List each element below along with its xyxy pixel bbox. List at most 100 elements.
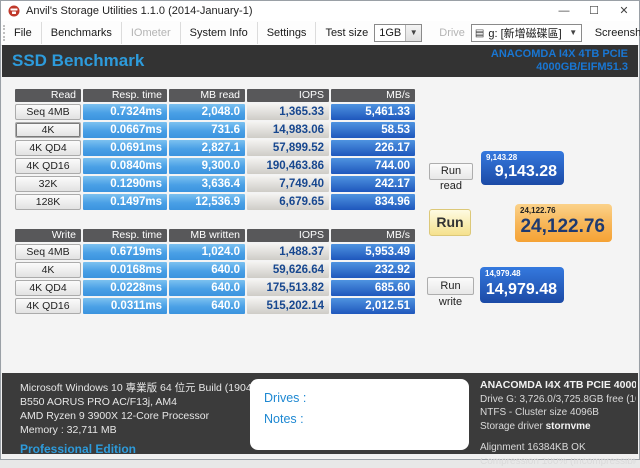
mb-cell: 2,827.1: [169, 140, 245, 156]
resp-time-cell: 0.0168ms: [83, 262, 167, 278]
write-header-row: WriteResp. timeMB writtenIOPSMB/s: [15, 229, 415, 242]
iops-cell: 14,983.06: [247, 122, 329, 138]
row-label-button[interactable]: 4K QD4: [15, 140, 81, 156]
drive-info-line: Drive G: 3,726.0/3,725.8GB free (100.0%): [480, 393, 636, 407]
mbs-cell: 226.17: [331, 140, 415, 156]
resp-time-cell: 0.7324ms: [83, 104, 167, 120]
write-score-small: 14,979.48: [485, 269, 521, 278]
footer-panel: Microsoft Windows 10 專業版 64 位元 Build (19…: [2, 373, 638, 456]
menu-benchmarks[interactable]: Benchmarks: [42, 22, 122, 44]
row-label-button[interactable]: 128K: [15, 194, 81, 210]
row-label-button[interactable]: Seq 4MB: [15, 104, 81, 120]
row-label-button[interactable]: 4K QD16: [15, 298, 81, 314]
column-header: MB/s: [331, 229, 415, 242]
mbs-cell: 5,461.33: [331, 104, 415, 120]
spacer: [480, 433, 636, 441]
menu-settings[interactable]: Settings: [258, 22, 317, 44]
device-name-line2: 4000GB/EIFM51.3: [536, 61, 628, 73]
storage-driver-line: Storage driver stornvme: [480, 420, 636, 434]
column-header: Write: [15, 229, 81, 242]
page-title: SSD Benchmark: [12, 51, 144, 71]
app-icon: [8, 5, 20, 17]
mbs-cell: 5,953.49: [331, 244, 415, 260]
alignment-line: Alignment 16384KB OK: [480, 441, 636, 455]
write-table-row: Seq 4MB0.6719ms1,024.01,488.375,953.49: [15, 244, 415, 260]
read-score-small: 9,143.28: [486, 153, 517, 162]
chevron-down-icon[interactable]: ▼: [405, 25, 421, 41]
menu-bar: File Benchmarks IOmeter System Info Sett…: [1, 21, 639, 46]
write-score-box: 14,979.48 14,979.48: [480, 267, 564, 303]
write-table-row: 4K0.0168ms640.059,626.64232.92: [15, 262, 415, 278]
read-score-box: 9,143.28 9,143.28: [481, 151, 564, 185]
column-header: MB/s: [331, 89, 415, 102]
iops-cell: 1,488.37: [247, 244, 329, 260]
mb-cell: 640.0: [169, 262, 245, 278]
main-area: ReadResp. timeMB readIOPSMB/sSeq 4MB0.73…: [2, 77, 638, 373]
resp-time-cell: 0.6719ms: [83, 244, 167, 260]
drives-notes-panel[interactable]: Drives : Notes :: [250, 379, 469, 450]
menu-system-info[interactable]: System Info: [181, 22, 258, 44]
row-label-button[interactable]: 4K QD4: [15, 280, 81, 296]
total-score-box: 24,122.76 24,122.76: [515, 204, 612, 242]
drive-icon: ▤: [472, 28, 484, 39]
mb-cell: 1,024.0: [169, 244, 245, 260]
read-table-row: 4K QD160.0840ms9,300.0190,463.86744.00: [15, 158, 415, 174]
close-button[interactable]: ✕: [609, 1, 639, 21]
column-header: IOPS: [247, 89, 329, 102]
column-header: IOPS: [247, 229, 329, 242]
menu-screenshot[interactable]: Screenshot: [586, 22, 640, 44]
total-score-small: 24,122.76: [520, 206, 556, 215]
run-read-button[interactable]: Run read: [429, 163, 473, 180]
row-label-button[interactable]: 4K: [15, 262, 81, 278]
row-label-button[interactable]: 4K QD16: [15, 158, 81, 174]
test-size-value: 1GB: [375, 27, 405, 39]
title-bar: Anvil's Storage Utilities 1.1.0 (2014-Ja…: [1, 1, 639, 21]
system-info-line: B550 AORUS PRO AC/F13j, AM4: [20, 395, 261, 409]
maximize-button[interactable]: ☐: [579, 1, 609, 21]
chevron-down-icon[interactable]: ▼: [566, 25, 581, 41]
row-label-button[interactable]: 4K: [15, 122, 81, 138]
mbs-cell: 744.00: [331, 158, 415, 174]
mbs-cell: 242.17: [331, 176, 415, 192]
column-header: MB written: [169, 229, 245, 242]
iops-cell: 59,626.64: [247, 262, 329, 278]
benchmark-header-band: SSD Benchmark ANACOMDA I4X 4TB PCIE 4000…: [2, 45, 638, 77]
drive-info-line: NTFS - Cluster size 4096B: [480, 406, 636, 420]
drive-label: Drive: [430, 27, 471, 39]
drive-select[interactable]: ▤ g: [新增磁碟區] ▼: [471, 24, 582, 42]
read-score-value: 9,143.28: [495, 163, 557, 181]
mb-cell: 731.6: [169, 122, 245, 138]
write-results-table: WriteResp. timeMB writtenIOPSMB/s Seq 4MB…: [15, 229, 415, 316]
notes-label: Notes :: [264, 409, 469, 430]
read-table-row: 4K QD40.0691ms2,827.157,899.52226.17: [15, 140, 415, 156]
mb-cell: 12,536.9: [169, 194, 245, 210]
mbs-cell: 834.96: [331, 194, 415, 210]
mbs-cell: 58.53: [331, 122, 415, 138]
write-table-row: 4K QD160.0311ms640.0515,202.142,012.51: [15, 298, 415, 314]
read-table-row: 32K0.1290ms3,636.47,749.40242.17: [15, 176, 415, 192]
run-button[interactable]: Run: [429, 209, 471, 236]
write-table-row: 4K QD40.0228ms640.0175,513.82685.60: [15, 280, 415, 296]
resp-time-cell: 0.1290ms: [83, 176, 167, 192]
run-write-button[interactable]: Run write: [427, 277, 474, 295]
iops-cell: 515,202.14: [247, 298, 329, 314]
write-score-value: 14,979.48: [486, 281, 557, 299]
read-table-row: Seq 4MB0.7324ms2,048.01,365.335,461.33: [15, 104, 415, 120]
system-info-line: AMD Ryzen 9 3900X 12-Core Processor: [20, 409, 261, 423]
status-strip: [2, 454, 638, 458]
read-header-row: ReadResp. timeMB readIOPSMB/s: [15, 89, 415, 102]
row-label-button[interactable]: 32K: [15, 176, 81, 192]
menu-file[interactable]: File: [5, 22, 42, 44]
row-label-button[interactable]: Seq 4MB: [15, 244, 81, 260]
iops-cell: 6,679.65: [247, 194, 329, 210]
mb-cell: 640.0: [169, 280, 245, 296]
test-size-select[interactable]: 1GB ▼: [374, 24, 422, 42]
iops-cell: 57,899.52: [247, 140, 329, 156]
system-info-line: Memory : 32,711 MB: [20, 423, 261, 437]
minimize-button[interactable]: —: [549, 1, 579, 21]
mb-cell: 3,636.4: [169, 176, 245, 192]
mbs-cell: 232.92: [331, 262, 415, 278]
total-score-value: 24,122.76: [520, 216, 605, 238]
mb-cell: 640.0: [169, 298, 245, 314]
read-table-row: 4K0.0667ms731.614,983.0658.53: [15, 122, 415, 138]
